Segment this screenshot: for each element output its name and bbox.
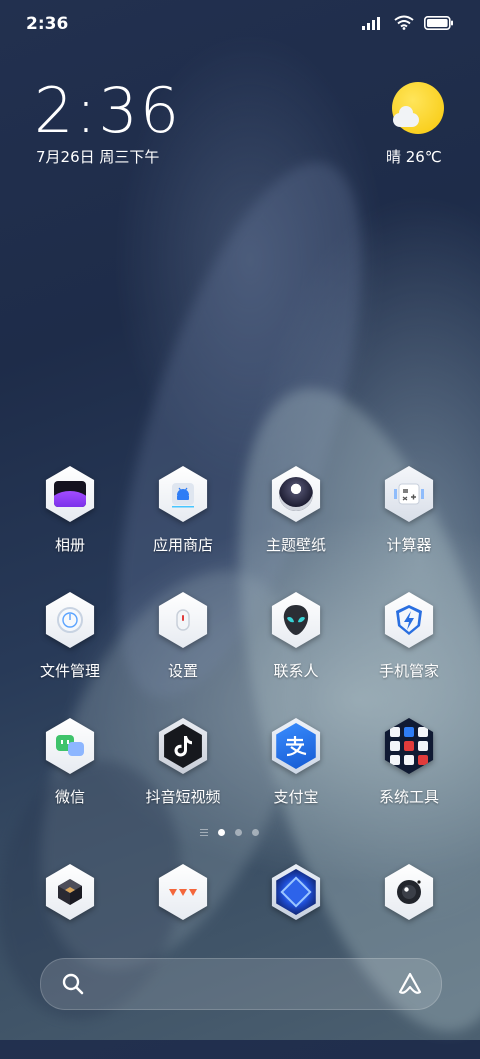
app-label: 计算器: [386, 536, 432, 554]
clock-widget-time[interactable]: 2:36: [34, 80, 181, 142]
app-douyin[interactable]: 抖音短视频: [128, 716, 238, 807]
dock-app-2[interactable]: [128, 862, 238, 922]
alipay-icon: [271, 718, 321, 774]
app-themes[interactable]: 主题壁纸: [241, 464, 351, 555]
battery-icon: [424, 15, 453, 30]
calculator-icon: [384, 466, 434, 522]
app-wechat[interactable]: 微信: [15, 716, 125, 807]
security-icon: [384, 592, 434, 648]
home-overview-icon[interactable]: [200, 829, 208, 836]
app-gallery[interactable]: 相册: [15, 464, 125, 555]
gallery-icon: [45, 466, 95, 522]
app-label: 文件管理: [39, 662, 100, 680]
dock-app-4[interactable]: [354, 862, 464, 922]
cloud-icon: [393, 106, 419, 127]
page-dot-2[interactable]: [235, 829, 242, 836]
app-label: 应用商店: [152, 536, 213, 554]
clock-widget-date: 7月26日 周三下午: [36, 148, 160, 166]
search-icon[interactable]: [61, 972, 85, 996]
app-label: 设置: [167, 662, 198, 680]
app-contacts[interactable]: 联系人: [241, 590, 351, 681]
dock-messages-icon: [158, 864, 208, 920]
dock-browser-icon: [271, 864, 321, 920]
dock-cube-icon: [45, 864, 95, 920]
app-calculator[interactable]: 计算器: [354, 464, 464, 555]
app-label: 抖音短视频: [145, 788, 221, 806]
weather-text: 晴 26℃: [386, 148, 442, 166]
settings-icon: [158, 592, 208, 648]
app-security[interactable]: 手机管家: [354, 590, 464, 681]
app-folder-system-tools[interactable]: 系统工具: [354, 716, 464, 807]
dock-app-3[interactable]: [241, 862, 351, 922]
app-label: 支付宝: [273, 788, 319, 806]
dock-app-1[interactable]: [15, 862, 125, 922]
wechat-icon: [45, 718, 95, 774]
wifi-icon: [394, 15, 414, 30]
app-label: 主题壁纸: [265, 536, 326, 554]
app-label: 联系人: [273, 662, 319, 680]
themes-icon: [271, 466, 321, 522]
contacts-icon: [271, 592, 321, 648]
app-label: 系统工具: [378, 788, 439, 806]
app-file-manager[interactable]: 文件管理: [15, 590, 125, 681]
file-manager-icon: [45, 592, 95, 648]
page-dot-3[interactable]: [252, 829, 259, 836]
status-bar: 2:36: [0, 0, 480, 50]
status-icons: [362, 15, 454, 30]
assistant-icon[interactable]: [397, 971, 423, 997]
app-label: 相册: [54, 536, 85, 554]
signal-icon: [362, 16, 380, 30]
search-bar[interactable]: [40, 958, 442, 1010]
app-label: 微信: [54, 788, 85, 806]
douyin-icon: [158, 718, 208, 774]
status-time: 2:36: [26, 14, 69, 34]
app-store-icon: [158, 466, 208, 522]
app-label: 手机管家: [378, 662, 439, 680]
system-tools-folder-icon: [384, 718, 434, 774]
app-settings[interactable]: 设置: [128, 590, 238, 681]
app-app-store[interactable]: 应用商店: [128, 464, 238, 555]
app-alipay[interactable]: 支付宝: [241, 716, 351, 807]
dock-camera-icon: [384, 864, 434, 920]
page-indicator[interactable]: [200, 829, 259, 836]
page-dot-1[interactable]: [218, 829, 225, 836]
